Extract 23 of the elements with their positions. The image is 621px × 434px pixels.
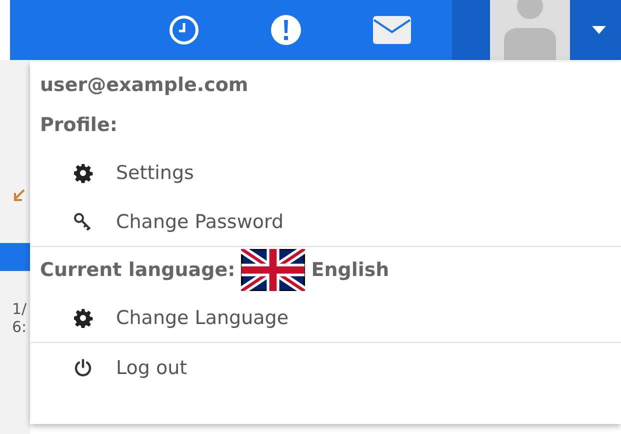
mail-icon[interactable] <box>372 14 412 46</box>
background-text: 6: <box>12 318 27 336</box>
background-text: 1/ <box>12 300 27 318</box>
arrow-icon <box>12 188 26 202</box>
clock-icon[interactable] <box>168 14 200 46</box>
gear-icon <box>73 162 93 182</box>
background-bar <box>0 243 30 271</box>
avatar-icon <box>490 0 570 60</box>
menu-item[interactable]: Change Language <box>40 293 621 342</box>
language-name: English <box>311 258 390 283</box>
section-heading: Profile: <box>40 113 118 138</box>
gear-icon <box>73 308 93 328</box>
user-email: user@example.com <box>40 73 250 98</box>
section-heading: Current language: <box>40 258 236 283</box>
user-menu-button[interactable] <box>452 0 621 60</box>
alert-icon[interactable] <box>270 14 302 46</box>
menu-item[interactable]: Log out <box>40 343 621 392</box>
flag-icon <box>241 249 306 291</box>
key-icon <box>73 212 93 232</box>
power-icon <box>73 358 93 378</box>
menu-item[interactable]: Settings <box>40 148 621 197</box>
caret-icon <box>592 26 606 34</box>
menu-item[interactable]: Change Password <box>40 197 621 246</box>
